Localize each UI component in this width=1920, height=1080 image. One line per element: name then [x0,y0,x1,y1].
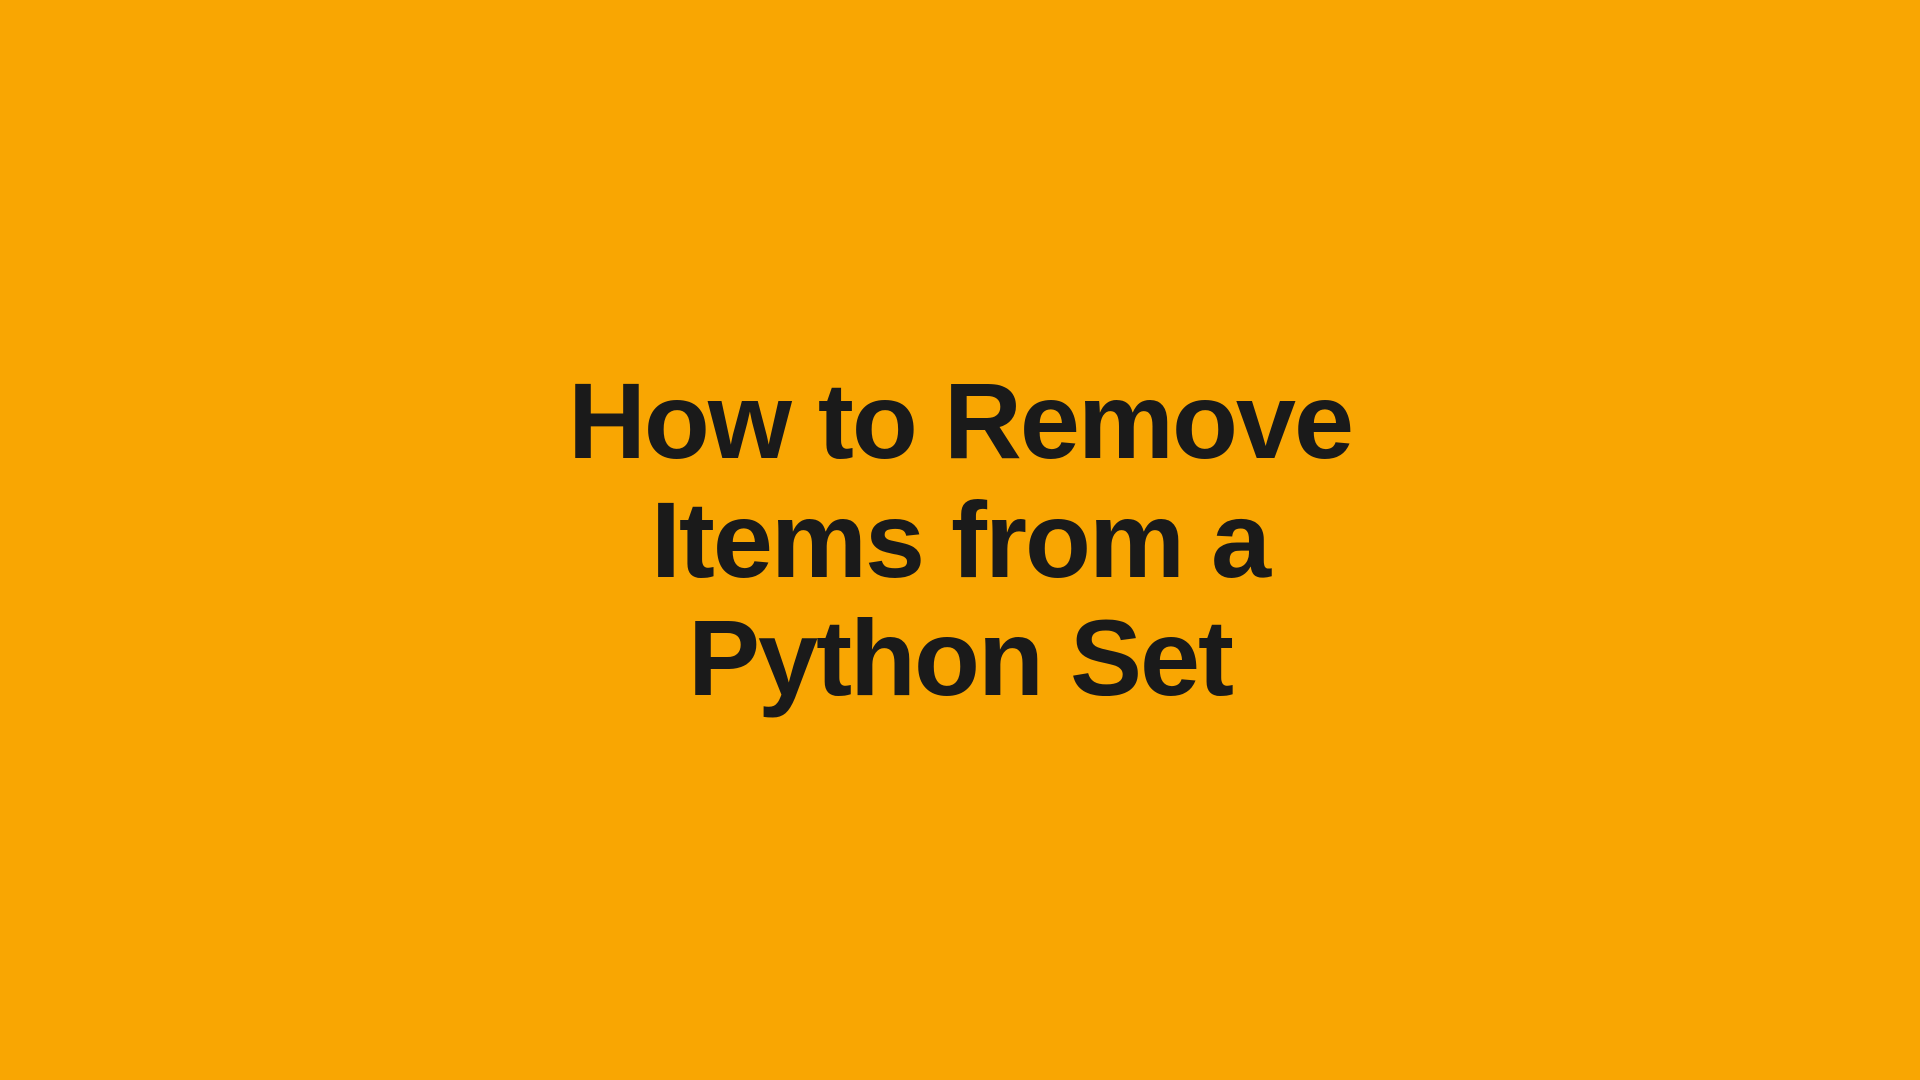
title-line-1: How to Remove [568,360,1352,481]
title-line-2: Items from a [651,479,1269,600]
main-title: How to Remove Items from a Python Set [568,362,1352,718]
title-line-3: Python Set [688,597,1232,718]
